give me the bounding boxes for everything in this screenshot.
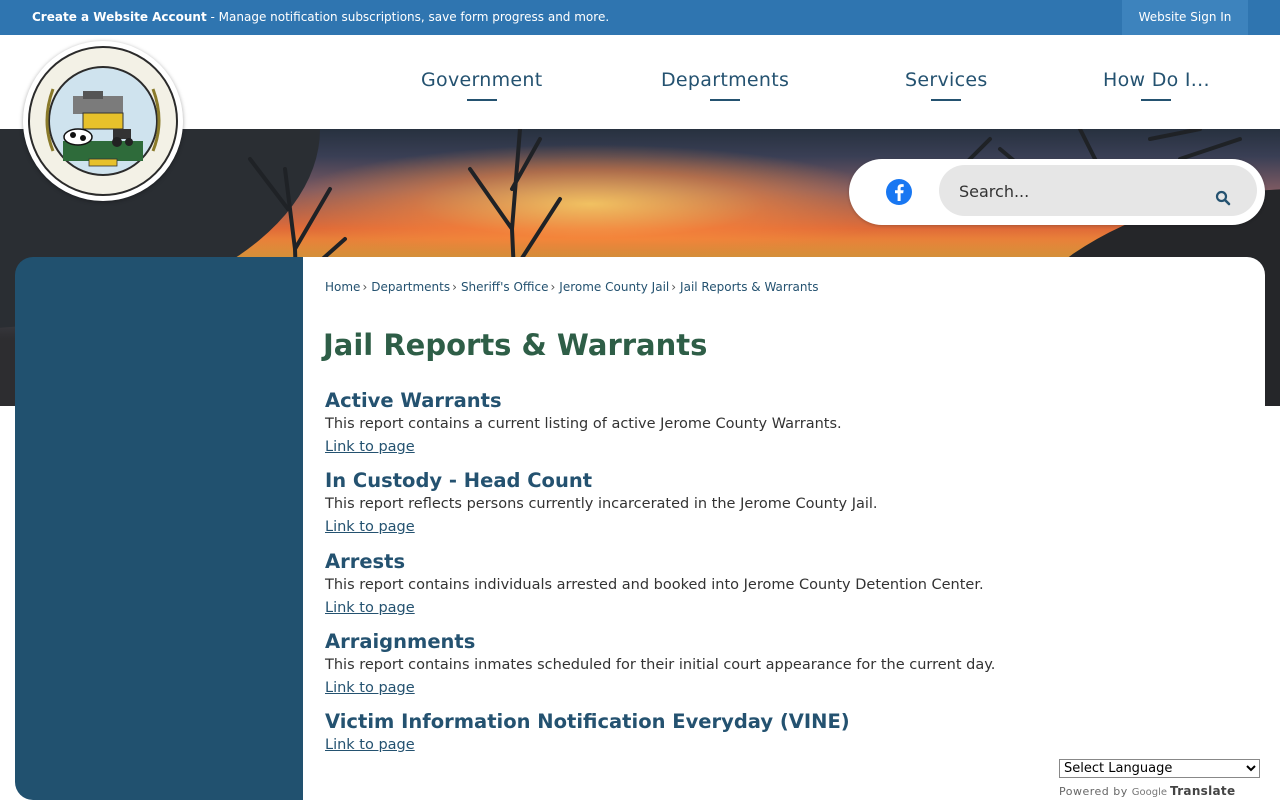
report-title[interactable]: Victim Information Notification Everyday…: [325, 710, 850, 734]
report-in-custody-head-count: In Custody - Head Count This report refl…: [325, 469, 878, 537]
report-arraignments: Arraignments This report contains inmate…: [325, 630, 995, 698]
nav-underline: [710, 99, 741, 101]
jerome-county-seal-logo[interactable]: [23, 41, 183, 201]
breadcrumb-home[interactable]: Home: [325, 280, 360, 294]
top-bar: Create a Website Account - Manage notifi…: [0, 0, 1280, 35]
nav-label: Departments: [661, 69, 790, 91]
search-icon[interactable]: [1215, 190, 1231, 206]
nav-how-do-i[interactable]: How Do I...: [1103, 69, 1210, 101]
powered-by-google-translate: Powered by Google Translate: [1059, 784, 1235, 798]
page-title: Jail Reports & Warrants: [323, 328, 708, 362]
report-vine: Victim Information Notification Everyday…: [325, 710, 850, 755]
report-description: This report reflects persons currently i…: [325, 496, 878, 512]
site-header: Government Departments Services How Do I…: [0, 35, 1280, 129]
breadcrumb-sheriffs-office[interactable]: Sheriff's Office: [461, 280, 549, 294]
powered-by-label: Powered by: [1059, 785, 1128, 798]
nav-underline: [466, 99, 497, 101]
select-language-dropdown[interactable]: Select Language: [1059, 759, 1260, 778]
create-account-link[interactable]: Create a Website Account: [32, 10, 207, 24]
seal-graphic: [28, 46, 178, 196]
report-arrests: Arrests This report contains individuals…: [325, 550, 984, 618]
nav-label: How Do I...: [1103, 69, 1210, 91]
link-to-page[interactable]: Link to page: [325, 735, 415, 755]
breadcrumb-departments[interactable]: Departments: [371, 280, 450, 294]
link-to-page[interactable]: Link to page: [325, 598, 415, 618]
breadcrumb-jerome-county-jail[interactable]: Jerome County Jail: [559, 280, 669, 294]
breadcrumb: Home › Departments › Sheriff's Office › Jerome…: [325, 280, 818, 294]
link-to-page[interactable]: Link to page: [325, 678, 415, 698]
link-to-page[interactable]: Link to page: [325, 437, 415, 457]
search-box: [939, 165, 1257, 216]
nav-services[interactable]: Services: [905, 69, 988, 101]
breadcrumb-current[interactable]: Jail Reports & Warrants: [680, 280, 818, 294]
nav-government[interactable]: Government: [421, 69, 543, 101]
nav-underline: [931, 99, 962, 101]
search-panel: [849, 159, 1265, 225]
sidebar: [15, 257, 303, 800]
nav-label: Services: [905, 69, 988, 91]
nav-departments[interactable]: Departments: [661, 69, 790, 101]
report-description: This report contains individuals arreste…: [325, 577, 984, 593]
create-account-notice: Create a Website Account - Manage notifi…: [32, 10, 609, 25]
report-title[interactable]: In Custody - Head Count: [325, 469, 878, 493]
report-active-warrants: Active Warrants This report contains a c…: [325, 389, 842, 457]
nav-label: Government: [421, 69, 543, 91]
create-account-description: - Manage notification subscriptions, sav…: [206, 10, 610, 24]
google-logo: Google: [1131, 787, 1168, 798]
translate-link[interactable]: Translate: [1170, 784, 1235, 798]
link-to-page[interactable]: Link to page: [325, 517, 415, 537]
report-title[interactable]: Active Warrants: [325, 389, 842, 413]
report-title[interactable]: Arrests: [325, 550, 984, 574]
report-description: This report contains a current listing o…: [325, 416, 842, 432]
breadcrumb-separator: ›: [671, 280, 677, 294]
breadcrumb-separator: ›: [362, 280, 368, 294]
report-description: This report contains inmates scheduled f…: [325, 657, 996, 673]
facebook-icon[interactable]: [885, 178, 913, 206]
report-title[interactable]: Arraignments: [325, 630, 995, 654]
nav-underline: [1141, 99, 1172, 101]
breadcrumb-separator: ›: [550, 280, 556, 294]
website-sign-in-button[interactable]: Website Sign In: [1122, 0, 1248, 35]
search-input[interactable]: [959, 179, 1199, 203]
breadcrumb-separator: ›: [452, 280, 457, 294]
